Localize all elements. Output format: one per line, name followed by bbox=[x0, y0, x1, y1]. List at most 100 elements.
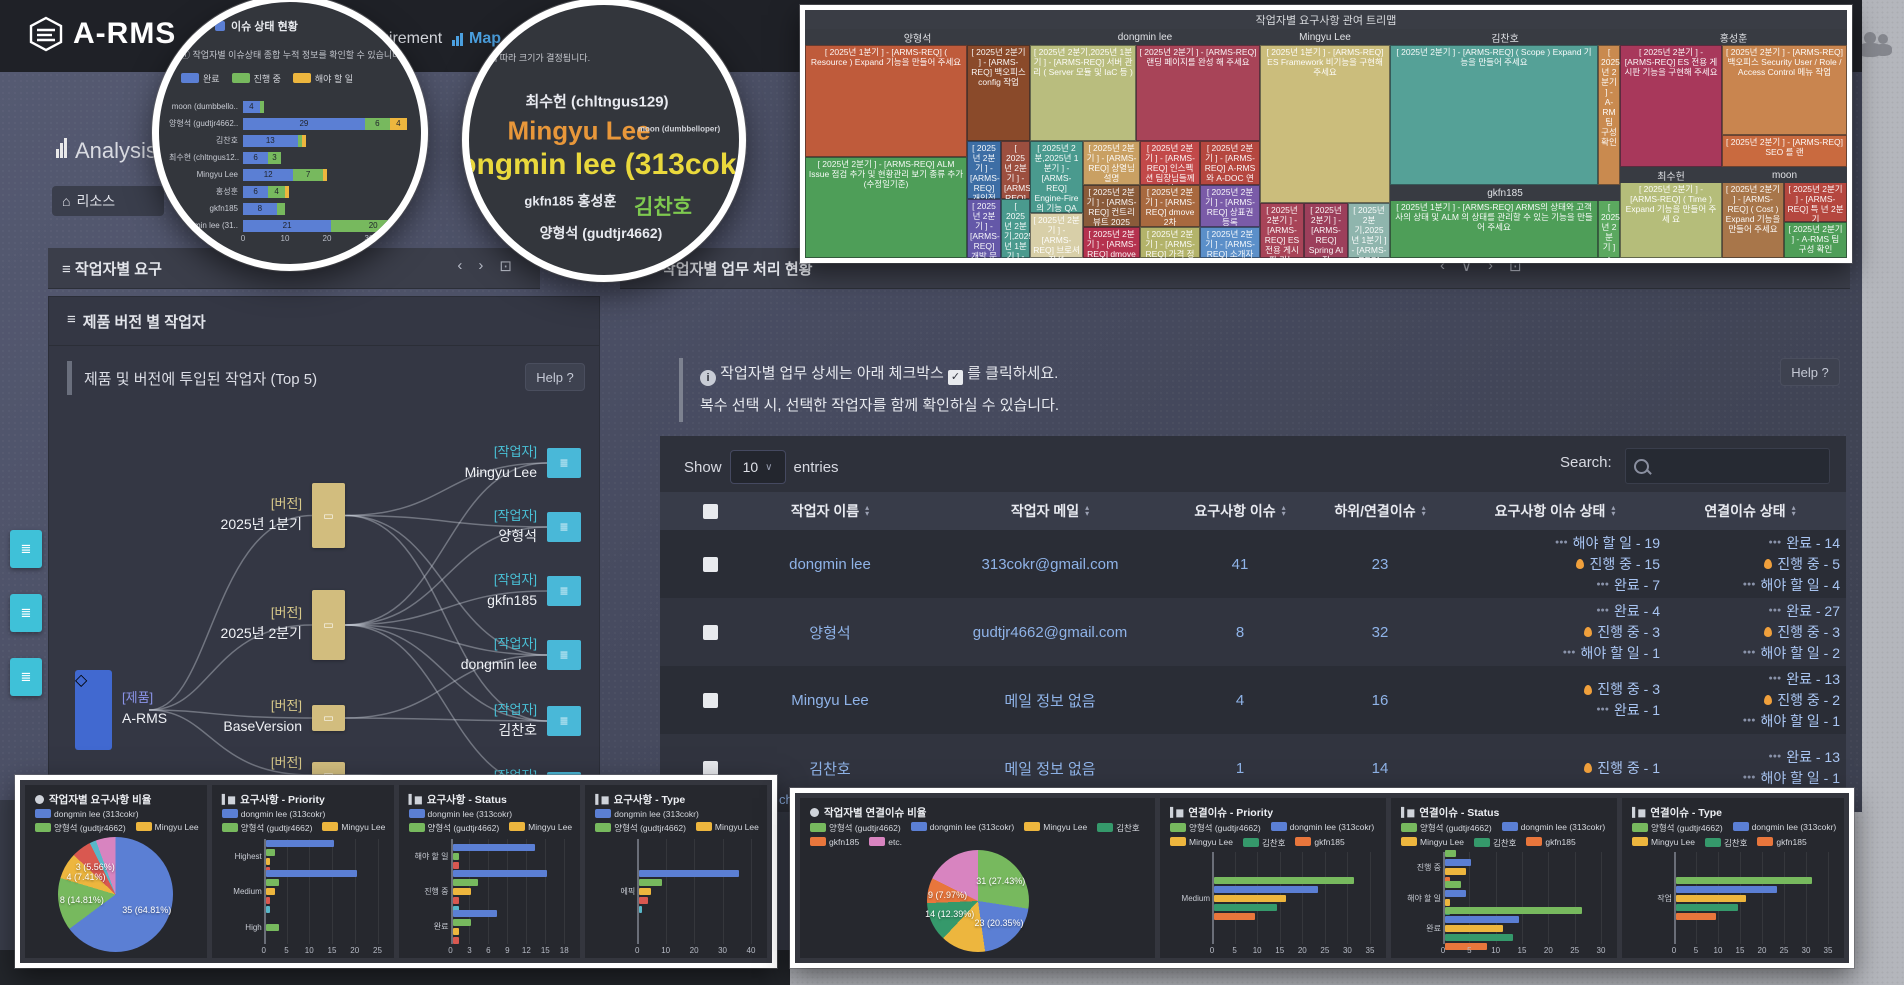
treemap-cell[interactable]: [ 2025년 2분기 ] - [ARMS-REQ] 컨트리뷰트 2025 Op… bbox=[1083, 185, 1140, 227]
x-tick: 15 bbox=[541, 946, 550, 955]
treemap-cell[interactable]: [ 2025년 2분기 ] - [ARMS-REQ] 가격 정책 업데이트 bbox=[1140, 227, 1200, 258]
magnifier-inset-wordcloud: 에 따라 크기가 결정됩니다. 최수헌 (chltngus129)Mingyu … bbox=[462, 0, 746, 282]
worker-node[interactable]: ≣ bbox=[547, 448, 581, 478]
bar-segment: 12 bbox=[243, 169, 293, 181]
treemap-cell[interactable]: [ 2025년 2분기 ] - A-RMS 팀 구성 확인 bbox=[1784, 222, 1847, 258]
treemap-cell[interactable]: [ 2025년 2분기 ] - [ARMS-REQ] dmove 1차 커버리지… bbox=[1083, 227, 1140, 258]
legend-swatch bbox=[35, 809, 51, 818]
row-checkbox[interactable] bbox=[690, 666, 730, 734]
treemap-cell[interactable]: [ 2025년 2분기 ] - [ARMS-REQ] 브로셔 작성 bbox=[1030, 213, 1083, 258]
side-list-button[interactable]: ≣ bbox=[10, 594, 42, 632]
treemap-cell[interactable]: [ 2025년 1분기 ] - [ARMS-REQ] ARMS의 상태와 고객사… bbox=[1390, 200, 1598, 258]
legend-item: dongmin lee (313cokr) bbox=[1733, 822, 1837, 834]
help-button[interactable]: Help ? bbox=[1780, 358, 1840, 386]
worker-node[interactable]: ≣ bbox=[547, 640, 581, 670]
version-node[interactable]: ▭ bbox=[312, 483, 345, 548]
column-header[interactable]: 작업자 메일▴▾ bbox=[930, 492, 1170, 530]
worker-node[interactable]: ≣ bbox=[547, 706, 581, 736]
table-row[interactable]: Mingyu Lee메일 정보 없음416진행 중 - 3●●●완료 - 1●●… bbox=[660, 666, 1846, 734]
treemap-cell[interactable]: [ 2025년 2분기 ] - [ARMS-REQ] 특 년 2분기 bbox=[1784, 182, 1847, 222]
bar bbox=[639, 897, 648, 904]
treemap-group-header: gkfn185 bbox=[1390, 185, 1620, 201]
treemap-cell[interactable]: [ 2025년 2분,2025년 1분기 ] - [ARMS-REQ] Engi… bbox=[1030, 141, 1083, 213]
column-header[interactable]: 요구사항 이슈▴▾ bbox=[1170, 492, 1310, 530]
select-all-checkbox[interactable] bbox=[690, 492, 730, 530]
wordcloud-word[interactable]: dongmin lee (313cokr) bbox=[462, 148, 746, 182]
status-line: 진행 중 - 3 bbox=[1584, 679, 1660, 700]
treemap-cell[interactable]: [ 2025년 2분기,2025년 1분기 ] - [ARMS-REQ] bbox=[1348, 203, 1390, 258]
treemap-cell[interactable]: [ 2025년 2분기 ] - [ARMS-REQ] Spring AI 적 bbox=[1304, 203, 1348, 258]
version-node[interactable]: ▭ bbox=[312, 705, 345, 731]
legend-swatch bbox=[1632, 823, 1648, 832]
bar-plot: HighestMediumHigh bbox=[222, 839, 378, 944]
treemap-cell[interactable]: [ 2025년 2분기 ] - [ARMS-REQ] 인스펙션 팀장님들께 시 bbox=[1140, 141, 1200, 185]
bar-group: Highest bbox=[222, 840, 378, 874]
column-header[interactable]: 작업자 이름▴▾ bbox=[730, 492, 930, 530]
bar bbox=[453, 937, 459, 944]
category-bars bbox=[266, 870, 378, 913]
version-node[interactable]: ▭ bbox=[312, 590, 345, 660]
side-list-button[interactable]: ≣ bbox=[10, 658, 42, 696]
row-checkbox[interactable] bbox=[690, 598, 730, 666]
treemap-cell[interactable]: [ 2025년 2분기 ] - [ARMS-REQ] dmove 2차 bbox=[1140, 185, 1200, 227]
inset-bar-name: 최수현 (chltngus12.. bbox=[169, 152, 243, 163]
worker-email: gudtjr4662@gmail.com bbox=[930, 598, 1170, 666]
treemap-cell[interactable]: [ 2025 년 2분 기 ] - bbox=[1598, 200, 1620, 258]
treemap-cell[interactable]: [ 2025년 2분기 ] - A-RM 팀 구성 확인 bbox=[1598, 45, 1620, 185]
side-list-button[interactable]: ≣ bbox=[10, 530, 42, 568]
treemap-cell[interactable]: [ 2025년 2분기 ] - [ARMS-REQ] ES 전용 게시판 기능 bbox=[1260, 203, 1304, 258]
treemap-cell[interactable]: [ 2025년 2분기,2025년 1분기 ] - [ARMS-REQ] 서버 … bbox=[1030, 45, 1136, 141]
column-header[interactable]: 하위/연결이슈▴▾ bbox=[1310, 492, 1450, 530]
bar bbox=[266, 897, 271, 904]
treemap-cell[interactable]: [ 2025년 2분기 ] - [ARMS-REQ] ES 전용 게시판 기능을… bbox=[1620, 45, 1722, 167]
wordcloud-word[interactable]: moon (dumbbelloper) bbox=[638, 125, 720, 134]
product-node[interactable]: ◇ bbox=[75, 670, 112, 750]
table-row[interactable]: dongmin lee313cokr@gmail.com4123●●●해야 할 … bbox=[660, 530, 1846, 598]
treemap-cell[interactable]: [ 2025년 2분기 ] - [ARMS-REQ] 개발 문서 작성 bbox=[967, 199, 1001, 258]
treemap-cell[interactable]: [ 2025년 2분기 ] - [ARMS-REQ] 백오피스 Security… bbox=[1722, 45, 1847, 135]
wordcloud-word[interactable]: 양형석 (gudtjr4662) bbox=[540, 223, 663, 243]
treemap-cell[interactable]: [ 2025년 2분기 ] - [ARMS-REQ] 개인정보처리방침 페이지 bbox=[967, 141, 1001, 199]
column-header[interactable]: 요구사항 이슈 상태▴▾ bbox=[1450, 492, 1660, 530]
treemap-cell[interactable]: [ 2025년 2분기 ] - [ARMS-REQ] ALM Issue 점검 … bbox=[805, 157, 967, 258]
treemap-cell[interactable]: [ 2025년 2분기 ] - [ARMS-REQ] 랜딩 페이지를 완성 해 … bbox=[1136, 45, 1260, 141]
treemap-cell[interactable]: [ 2025년 2분기 ] - [ARMS-REQ] ( Cost ) Expa… bbox=[1722, 182, 1784, 258]
treemap-cell[interactable]: [ 2025년 2분기 ] - [ARMS-REQ] ( Time ) Expa… bbox=[1620, 182, 1722, 258]
treemap-cell[interactable]: [ 2025년 2분기 ] - [ARMS-REQ] 소개자료 PPT 업데 bbox=[1200, 227, 1260, 258]
wordcloud-word[interactable]: 김찬호 bbox=[634, 191, 692, 221]
treemap-cell[interactable]: [ 2025년 2분기 ] - [ARMS-REQ] A-RMS 와 A-DOC… bbox=[1200, 141, 1260, 185]
bar bbox=[453, 853, 459, 860]
column-header[interactable]: 연결이슈 상태▴▾ bbox=[1660, 492, 1840, 530]
row-checkbox[interactable] bbox=[690, 530, 730, 598]
treemap-cell[interactable]: [ 2025년 2분기 ] - [ARMS-REQ] 백오피스 config 작… bbox=[967, 45, 1030, 141]
wordcloud-word[interactable]: 최수헌 (chltngus129) bbox=[525, 91, 668, 112]
collapse-left-icon[interactable]: ‹ bbox=[457, 257, 462, 275]
resource-nav-pill[interactable]: ⌂리소스 bbox=[52, 186, 164, 216]
x-tick: 20 bbox=[1758, 946, 1767, 955]
wordcloud-word[interactable]: gkfn185 bbox=[524, 194, 573, 209]
worker-node[interactable]: ≣ bbox=[547, 512, 581, 542]
pie-slice-label: 35 (64.81%) bbox=[122, 905, 171, 915]
treemap-cell[interactable]: [ 2025년 2분기 ] - [ARMS-REQ] 백오피스 System 작 bbox=[1001, 141, 1030, 199]
wordcloud-word[interactable]: 홍성훈 bbox=[578, 191, 617, 211]
treemap-cell[interactable]: [ 2025년 1분기 ] - [ARMS-REQ] ES Framework … bbox=[1260, 45, 1390, 203]
treemap-cell[interactable]: [ 2025년 2분기,2025년 1분기 ] - [ARMS-REQ] Eng… bbox=[1001, 199, 1030, 258]
worker-label: [작업자]gkfn185 bbox=[377, 570, 537, 610]
category-label: Medium bbox=[1170, 894, 1214, 903]
legend-item: dongmin lee (313cokr) bbox=[35, 809, 139, 819]
treemap-cell[interactable]: [ 2025년 1분기 ] - [ARMS-REQ] ( Resource ) … bbox=[805, 45, 967, 157]
page-size-select[interactable]: 10∨ bbox=[730, 450, 786, 484]
sort-icon: ▴▾ bbox=[1422, 505, 1426, 517]
legend-item: Mingyu Lee bbox=[1632, 837, 1695, 848]
treemap-cell[interactable]: [ 2025년 2분기 ] - [ARMS-REQ] SEO 를 랜 bbox=[1722, 135, 1847, 167]
treemap-cell[interactable]: [ 2025년 2분기 ] - [ARMS-REQ] 상열님 설명 bbox=[1083, 141, 1140, 185]
table-row[interactable]: 양형석gudtjr4662@gmail.com832●●●완료 - 4진행 중 … bbox=[660, 598, 1846, 666]
chart-title: ▌▆연결이슈 - Type bbox=[1632, 805, 1722, 820]
brand[interactable]: A-RMS bbox=[28, 16, 176, 52]
bar-segment: 4 bbox=[268, 186, 285, 198]
treemap-cell[interactable]: [ 2025년 2분기 ] - [ARMS-REQ] 상표권 등록 bbox=[1200, 185, 1260, 227]
search-input[interactable] bbox=[1625, 448, 1830, 484]
treemap-cell[interactable]: [ 2025년 2분기 ] - [ARMS-REQ] ( Scope ) Exp… bbox=[1390, 45, 1598, 185]
worker-node[interactable]: ≣ bbox=[547, 576, 581, 606]
wordcloud-word[interactable]: Mingyu Lee bbox=[507, 116, 650, 147]
